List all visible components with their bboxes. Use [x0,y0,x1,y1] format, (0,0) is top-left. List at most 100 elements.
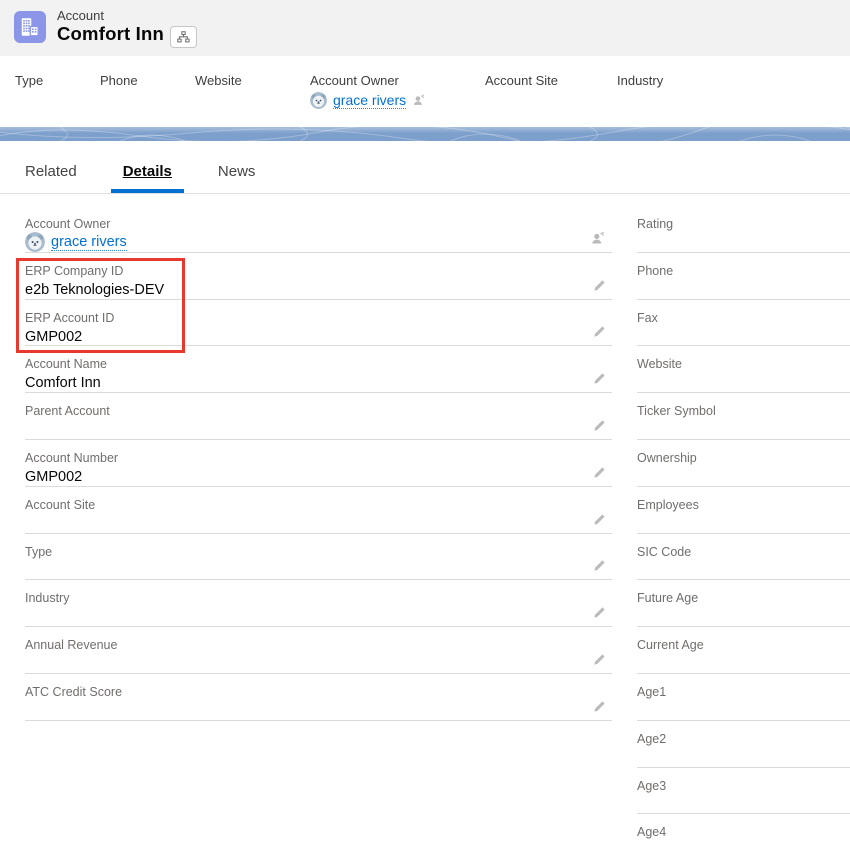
details-column-left: Account Owner grace rivers ERP Company I… [25,206,612,721]
field-row-sic-code: SIC Code [637,534,850,581]
field-label: Annual Revenue [25,638,612,653]
field-label: SIC Code [637,545,850,560]
highlights-panel: Type Phone Website Account Owner grace rive… [0,56,850,127]
field-label: Account Name [25,357,612,372]
field-label: Ownership [637,451,850,466]
decorative-band [0,127,850,141]
pencil-icon [593,419,606,432]
account-owner-link[interactable]: grace rivers [51,234,127,251]
field-label: Current Age [637,638,850,653]
field-label: Industry [25,591,612,606]
field-row-age1: Age1 [637,674,850,721]
avatar [310,92,327,109]
user-change-icon [590,230,606,246]
object-label: Account [57,8,104,23]
avatar [25,232,45,252]
highlight-field-value [485,91,558,109]
field-label: Rating [637,217,850,232]
field-label: Account Number [25,451,612,466]
pencil-icon [593,279,606,292]
highlight-field-value: grace rivers [310,91,426,109]
field-label: Fax [637,311,850,326]
account-building-glyph [19,16,41,38]
change-owner-button[interactable] [590,230,606,246]
tab-details[interactable]: Details [111,152,184,193]
hierarchy-button[interactable] [170,26,197,48]
highlight-field-label: Website [195,73,242,88]
highlight-field-value [195,91,242,109]
field-row-industry: Industry [25,580,612,627]
highlight-field-value [617,91,663,109]
field-label: Age4 [637,825,850,840]
highlight-field-label: Account Owner [310,73,426,88]
edit-type-button[interactable] [593,559,606,572]
field-row-fax: Fax [637,300,850,347]
field-value: GMP002 [25,468,612,486]
user-change-icon [412,93,426,107]
account-owner-link[interactable]: grace rivers [333,92,406,109]
field-value: GMP002 [25,328,612,346]
field-label: Future Age [637,591,850,606]
edit-erp-company-id-button[interactable] [593,279,606,292]
field-row-account-owner: Account Owner grace rivers [25,206,612,253]
edit-atc-credit-score-button[interactable] [593,700,606,713]
field-row-age2: Age2 [637,721,850,768]
highlight-field-label: Phone [100,73,138,88]
pencil-icon [593,325,606,338]
change-owner-button[interactable] [412,93,426,107]
account-object-icon [14,11,46,43]
field-row-account-site: Account Site [25,487,612,534]
field-row-account-number: Account Number GMP002 [25,440,612,487]
record-tabs: Related Details News [0,152,850,194]
field-row-current-age: Current Age [637,627,850,674]
field-row-age4: Age4 [637,814,850,852]
field-row-erp-account-id: ERP Account ID GMP002 [25,300,612,347]
edit-industry-button[interactable] [593,606,606,619]
hierarchy-icon [177,31,190,43]
highlight-field-label: Account Site [485,73,558,88]
field-label: Account Owner [25,217,612,232]
pencil-icon [593,372,606,385]
field-label: Website [637,357,850,372]
field-row-future-age: Future Age [637,580,850,627]
edit-annual-revenue-button[interactable] [593,653,606,666]
highlight-field-label: Type [15,73,43,88]
field-row-ticker-symbol: Ticker Symbol [637,393,850,440]
highlight-field-industry: Industry [617,73,663,109]
field-label: Employees [637,498,850,513]
tab-news[interactable]: News [206,152,268,193]
field-label: Age3 [637,779,850,794]
field-value: Comfort Inn [25,374,612,392]
decorative-pattern [0,127,850,141]
tab-related[interactable]: Related [13,152,89,193]
field-label: Phone [637,264,850,279]
field-row-rating: Rating [637,206,850,253]
field-label: ERP Account ID [25,311,612,326]
field-label: Parent Account [25,404,612,419]
edit-account-site-button[interactable] [593,513,606,526]
edit-account-name-button[interactable] [593,372,606,385]
highlight-field-label: Industry [617,73,663,88]
field-label: ATC Credit Score [25,685,612,700]
highlight-field-value [100,91,138,109]
field-row-type: Type [25,534,612,581]
field-row-age3: Age3 [637,768,850,815]
pencil-icon [593,653,606,666]
field-label: Age2 [637,732,850,747]
edit-erp-account-id-button[interactable] [593,325,606,338]
field-label: Type [25,545,612,560]
field-row-ownership: Ownership [637,440,850,487]
field-label: Account Site [25,498,612,513]
field-row-annual-revenue: Annual Revenue [25,627,612,674]
edit-account-number-button[interactable] [593,466,606,479]
record-header: Account Comfort Inn [0,0,850,56]
field-row-erp-company-id: ERP Company IDe2b Teknologies-DEV [25,253,612,300]
details-column-right: Rating Phone Fax Website Ticker Symbol O… [637,206,850,852]
highlight-field-account-owner: Account Owner grace rivers [310,73,426,109]
field-label: Ticker Symbol [637,404,850,419]
field-row-parent-account: Parent Account [25,393,612,440]
edit-parent-account-button[interactable] [593,419,606,432]
field-row-website: Website [637,346,850,393]
field-row-employees: Employees [637,487,850,534]
highlight-field-type: Type [15,73,43,109]
